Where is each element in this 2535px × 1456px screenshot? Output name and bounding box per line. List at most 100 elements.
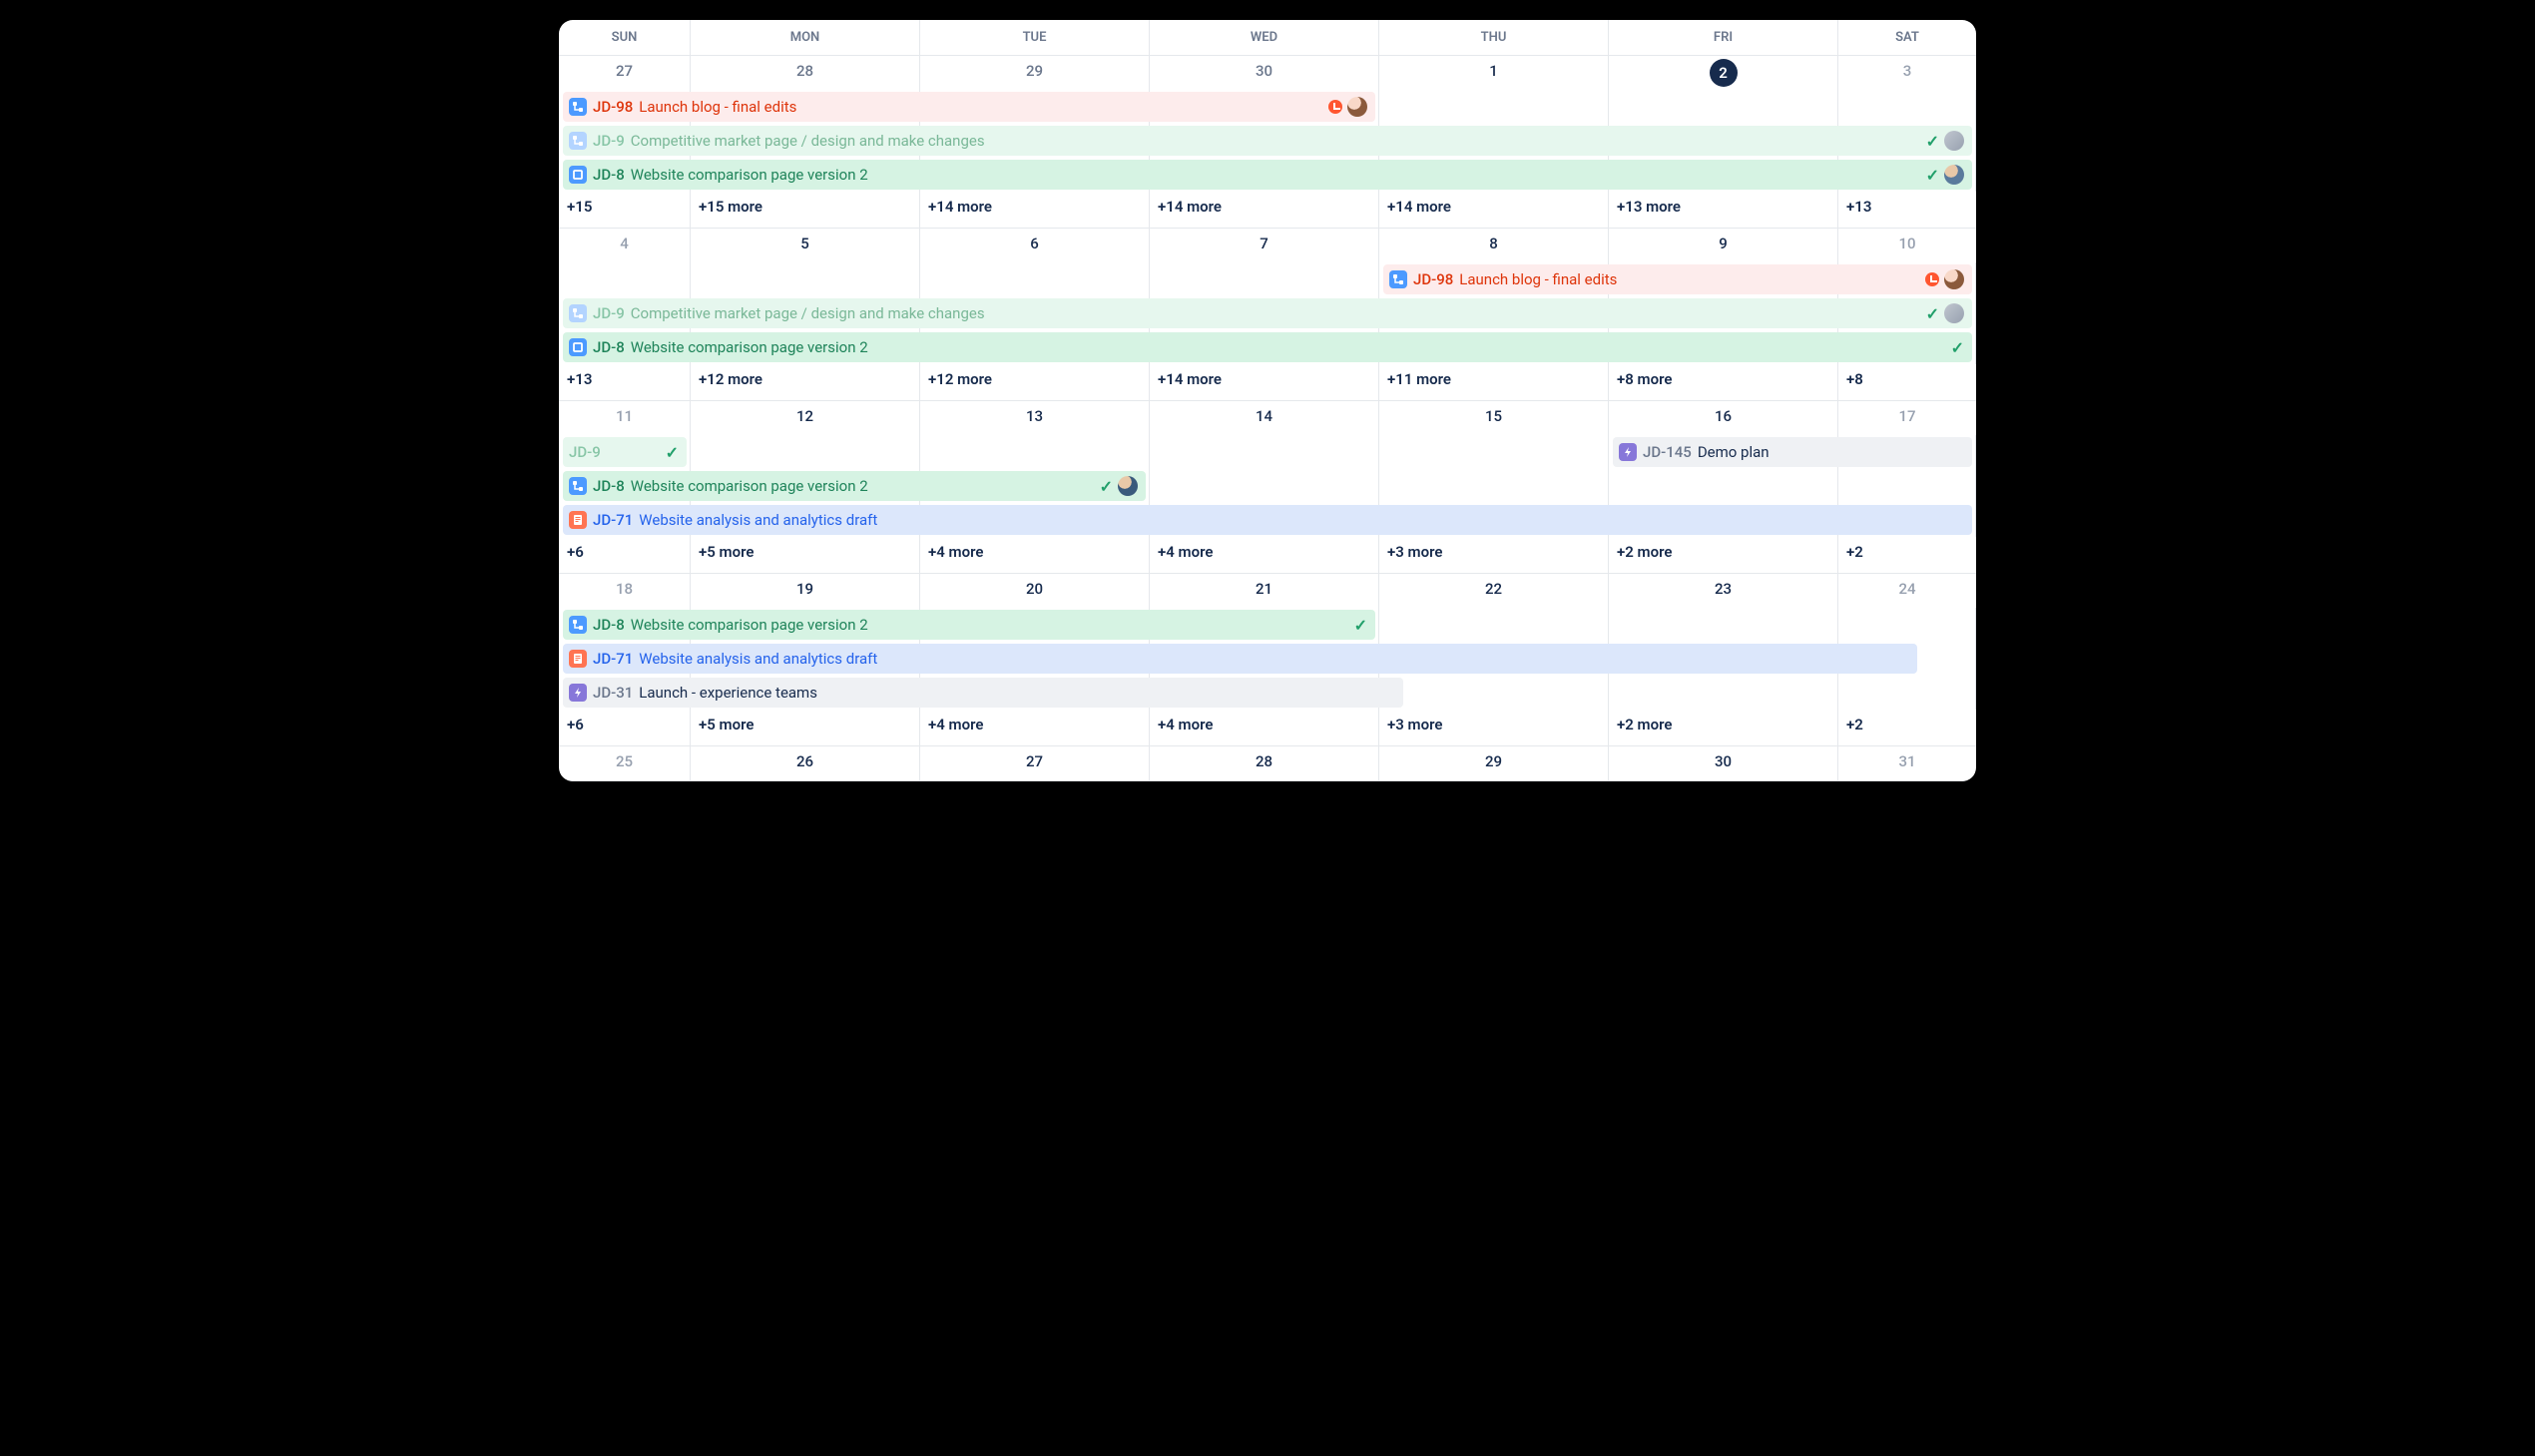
calendar-event[interactable]: JD-71 Website analysis and analytics draf… [563,644,1917,674]
issue-title[interactable]: Launch blog - final edits [1459,270,1617,288]
more-link[interactable]: +12 more [920,364,1150,400]
more-link[interactable]: +12 more [691,364,920,400]
more-link[interactable]: +14 more [1150,364,1379,400]
date-cell[interactable]: 10 [1838,229,1976,262]
calendar-event[interactable]: JD-8Website comparison page version 2✓ [563,332,1972,362]
more-link[interactable]: +15 more [691,192,920,228]
assignee-avatar[interactable] [1944,269,1964,289]
date-cell[interactable]: 12 [691,401,920,435]
issue-key[interactable]: JD-8 [593,166,625,184]
assignee-avatar[interactable] [1118,476,1138,496]
date-cell[interactable]: 5 [691,229,920,262]
more-link[interactable]: +6 [559,710,691,745]
issue-key[interactable]: JD-8 [593,616,625,634]
more-link[interactable]: +5 more [691,710,920,745]
calendar-event[interactable]: JD-8Website comparison page version 2✓ [563,610,1375,640]
issue-title[interactable]: Launch blog - final edits [639,98,796,116]
more-link[interactable]: +4 more [1150,710,1379,745]
issue-key[interactable]: JD-9 [593,132,625,150]
date-cell[interactable]: 11 [559,401,691,435]
calendar-event[interactable]: JD-9✓ [563,437,687,467]
date-cell[interactable]: 27 [559,56,691,90]
more-link[interactable]: +14 more [1150,192,1379,228]
calendar-event[interactable]: JD-71 Website analysis and analytics draf… [563,505,1972,535]
issue-title[interactable]: Demo plan [1698,443,1770,461]
date-cell[interactable]: 17 [1838,401,1976,435]
more-link[interactable]: +2 more [1609,537,1838,573]
date-cell[interactable]: 1 [1379,56,1609,90]
more-link[interactable]: +2 [1838,537,1976,573]
date-cell[interactable]: 8 [1379,229,1609,262]
date-cell[interactable]: 22 [1379,574,1609,608]
date-cell[interactable]: 30 [1609,746,1838,780]
date-cell[interactable]: 15 [1379,401,1609,435]
issue-title[interactable]: Website comparison page version 2 [631,166,868,184]
calendar-event[interactable]: JD-8Website comparison page version 2✓ [563,471,1146,501]
more-link[interactable]: +8 [1838,364,1976,400]
issue-key[interactable]: JD-8 [593,477,625,495]
calendar-event[interactable]: JD-31 Launch - experience teams [563,678,1403,708]
issue-title[interactable]: Competitive market page / design and mak… [631,304,985,322]
date-cell[interactable]: 7 [1150,229,1379,262]
date-cell[interactable]: 29 [1379,746,1609,780]
date-cell[interactable]: 9 [1609,229,1838,262]
more-link[interactable]: +13 more [1609,192,1838,228]
date-cell[interactable]: 27 [920,746,1150,780]
calendar-event[interactable]: JD-9 Competitive market page / design and… [563,126,1972,156]
issue-title[interactable]: Website comparison page version 2 [631,338,868,356]
issue-key[interactable]: JD-145 [1643,443,1692,461]
date-cell[interactable]: 2 [1609,56,1838,90]
issue-title[interactable]: Website comparison page version 2 [631,477,868,495]
date-cell[interactable]: 23 [1609,574,1838,608]
date-cell[interactable]: 28 [1150,746,1379,780]
more-link[interactable]: +6 [559,537,691,573]
more-link[interactable]: +5 more [691,537,920,573]
issue-title[interactable]: Launch - experience teams [639,684,817,702]
more-link[interactable]: +3 more [1379,710,1609,745]
issue-title[interactable]: Website comparison page version 2 [631,616,868,634]
date-cell[interactable]: 3 [1838,56,1976,90]
issue-key[interactable]: JD-71 [593,650,633,668]
issue-key[interactable]: JD-9 [569,443,601,461]
date-cell[interactable]: 16 [1609,401,1838,435]
more-link[interactable]: +4 more [1150,537,1379,573]
issue-title[interactable]: Website analysis and analytics draft [639,511,877,529]
more-link[interactable]: +13 [559,364,691,400]
date-cell[interactable]: 21 [1150,574,1379,608]
date-cell[interactable]: 18 [559,574,691,608]
calendar-event[interactable]: JD-9 Competitive market page / design and… [563,298,1972,328]
date-cell[interactable]: 19 [691,574,920,608]
date-cell[interactable]: 26 [691,746,920,780]
date-cell[interactable]: 4 [559,229,691,262]
date-cell[interactable]: 20 [920,574,1150,608]
more-link[interactable]: +13 [1838,192,1976,228]
more-link[interactable]: +4 more [920,537,1150,573]
more-link[interactable]: +2 [1838,710,1976,745]
more-link[interactable]: +14 more [1379,192,1609,228]
more-link[interactable]: +14 more [920,192,1150,228]
assignee-avatar[interactable] [1944,131,1964,151]
issue-key[interactable]: JD-8 [593,338,625,356]
date-cell[interactable]: 14 [1150,401,1379,435]
assignee-avatar[interactable] [1944,165,1964,185]
issue-key[interactable]: JD-71 [593,511,633,529]
calendar-event[interactable]: JD-98 Launch blog - final edits [1383,264,1972,294]
issue-key[interactable]: JD-98 [1413,270,1453,288]
calendar-event[interactable]: JD-98 Launch blog - final edits [563,92,1375,122]
issue-key[interactable]: JD-31 [593,684,633,702]
more-link[interactable]: +3 more [1379,537,1609,573]
issue-key[interactable]: JD-9 [593,304,625,322]
date-cell[interactable]: 13 [920,401,1150,435]
calendar-event[interactable]: JD-145 Demo plan [1613,437,1972,467]
issue-title[interactable]: Website analysis and analytics draft [639,650,877,668]
issue-title[interactable]: Competitive market page / design and mak… [631,132,985,150]
date-cell[interactable]: 28 [691,56,920,90]
date-cell[interactable]: 24 [1838,574,1976,608]
issue-key[interactable]: JD-98 [593,98,633,116]
assignee-avatar[interactable] [1347,97,1367,117]
calendar-event[interactable]: JD-8Website comparison page version 2✓ [563,160,1972,190]
more-link[interactable]: +4 more [920,710,1150,745]
date-cell[interactable]: 6 [920,229,1150,262]
more-link[interactable]: +15 [559,192,691,228]
more-link[interactable]: +11 more [1379,364,1609,400]
